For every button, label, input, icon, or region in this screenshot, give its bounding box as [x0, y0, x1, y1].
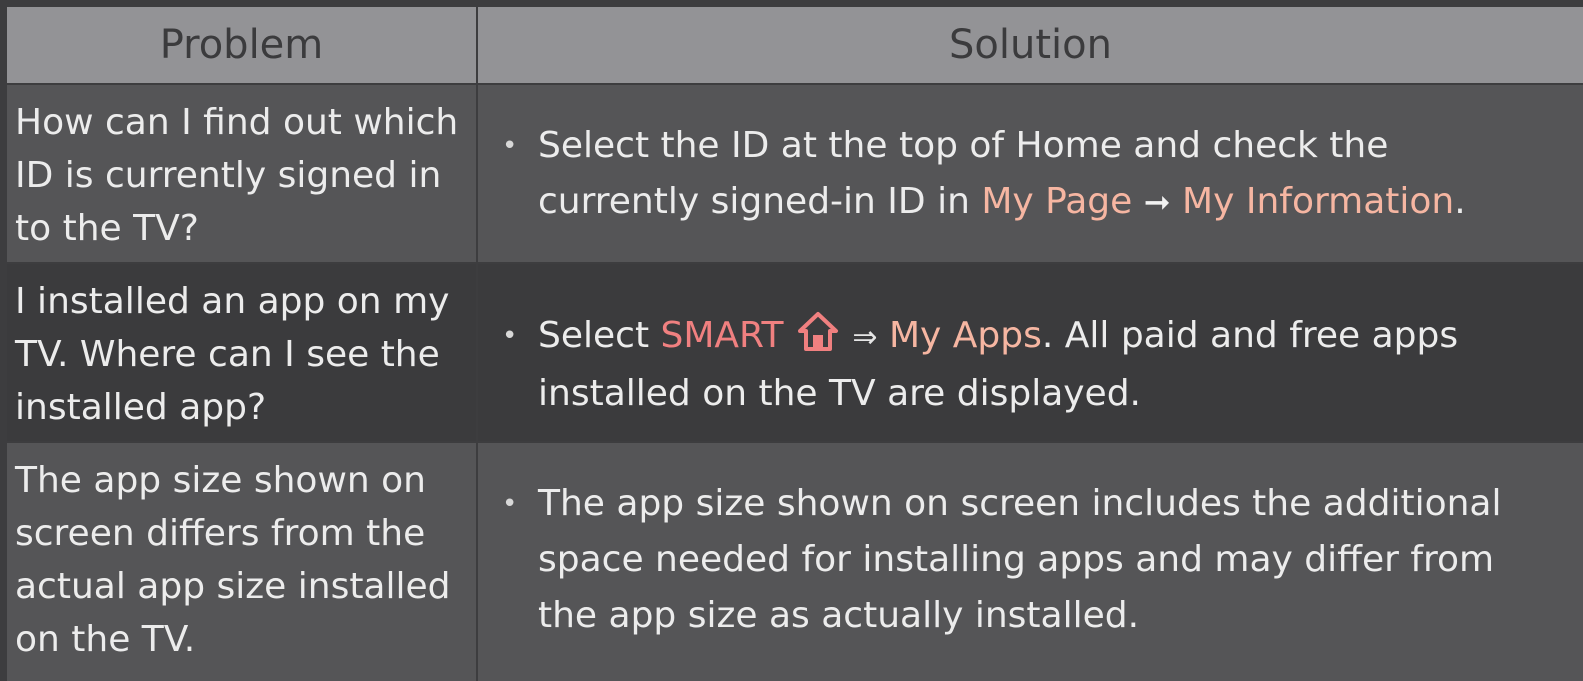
solution-text: Select SMART ⇒ My Apps. All paid and fre…: [538, 308, 1543, 422]
problem-cell: How can I find out which ID is currently…: [7, 85, 476, 262]
my-page-link: My Page: [981, 181, 1133, 222]
my-apps-link: My Apps: [888, 315, 1042, 356]
problem-text: The app size shown on screen differs fro…: [15, 460, 451, 660]
solution-text: The app size shown on screen includes th…: [538, 483, 1502, 636]
bullet: •: [502, 131, 518, 161]
arrow-double-icon: ⇒: [852, 320, 878, 355]
problem-cell: The app size shown on screen differs fro…: [7, 443, 476, 681]
solution-cell: • Select SMART ⇒ My Apps. All paid and f…: [478, 264, 1583, 441]
solution-cell: • The app size shown on screen includes …: [478, 443, 1583, 681]
table-row: How can I find out which ID is currently…: [7, 85, 1583, 262]
home-icon: [797, 312, 838, 351]
my-information-link: My Information: [1182, 181, 1455, 222]
solution-text: Select the ID at the top of Home and che…: [538, 125, 1466, 222]
bullet: •: [502, 321, 518, 351]
faq-table: Problem Solution How can I find out whic…: [7, 7, 1583, 681]
problem-cell: I installed an app on my TV. Where can I…: [7, 264, 476, 441]
problem-text: How can I find out which ID is currently…: [15, 102, 459, 249]
header-solution: Solution: [478, 7, 1583, 83]
solution-cell: • Select the ID at the top of Home and c…: [478, 85, 1583, 262]
table-row: I installed an app on my TV. Where can I…: [7, 264, 1583, 441]
table-header: Problem Solution: [7, 7, 1583, 83]
smart-label: SMART: [660, 315, 784, 356]
header-problem: Problem: [7, 7, 476, 83]
bullet: •: [502, 489, 518, 519]
arrow-right-icon: ➞: [1143, 183, 1171, 221]
table-row: The app size shown on screen differs fro…: [7, 443, 1583, 681]
problem-text: I installed an app on my TV. Where can I…: [15, 281, 450, 428]
